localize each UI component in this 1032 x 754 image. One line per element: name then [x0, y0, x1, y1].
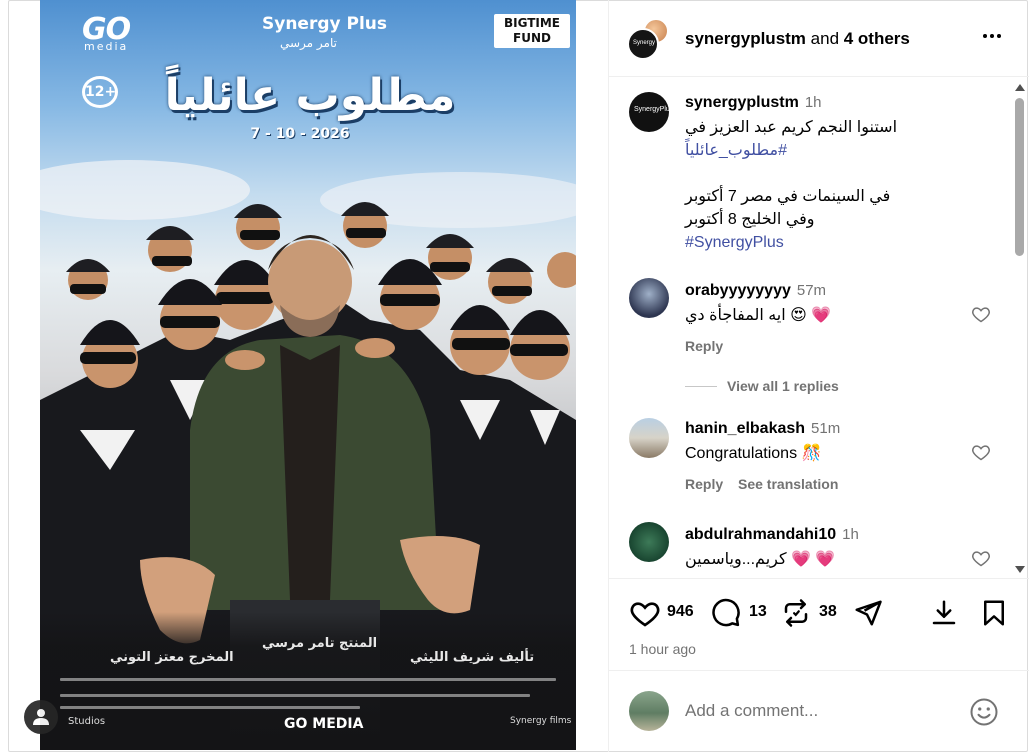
- author-avatar: Synergy: [627, 28, 659, 60]
- comment-username[interactable]: orabyyyyyyyy: [685, 282, 791, 299]
- comment-avatar[interactable]: [629, 278, 669, 318]
- credit-writer: تأليف شريف الليثي: [410, 650, 535, 665]
- emoji-icon[interactable]: [969, 697, 999, 727]
- comment-header: abdulrahmandahi10 1h: [685, 526, 859, 544]
- post-authors: synergyplustm and 4 others: [685, 29, 910, 49]
- caption-line: في السينمات في مصر 7 أكتوبر: [685, 188, 891, 205]
- caption-time[interactable]: 1h: [805, 94, 822, 111]
- caption-line: استنوا النجم كريم عبد العزيز في: [685, 119, 898, 136]
- like-comment-heart-icon[interactable]: [971, 304, 991, 324]
- share-paper-plane-icon[interactable]: [853, 597, 883, 629]
- comment-text: Congratulations 🎊: [685, 445, 822, 462]
- more-horizontal-icon[interactable]: [977, 24, 1007, 52]
- repost-icon[interactable]: [781, 597, 811, 629]
- add-comment-bar: Add a comment...: [609, 670, 1029, 752]
- age-rating-badge: 12+: [82, 76, 118, 108]
- tamer-morsi-logo: تامر مرسي: [280, 36, 337, 50]
- comment-username[interactable]: abdulrahmandahi10: [685, 526, 836, 543]
- others-link[interactable]: 4 others: [844, 29, 910, 48]
- comments-scrollbar[interactable]: [1011, 82, 1027, 576]
- add-comment-input[interactable]: Add a comment...: [685, 701, 818, 721]
- user-icon: [33, 709, 49, 725]
- poster-date: 7 - 10 - 2026: [250, 126, 350, 142]
- credit-go-media: GO MEDIA: [284, 716, 364, 732]
- reply-button[interactable]: Reply: [685, 338, 723, 354]
- comment-time[interactable]: 57m: [797, 282, 826, 299]
- post-actions-bar: 946 13 38 1 hour ago: [609, 578, 1029, 670]
- collab-avatars[interactable]: Synergy: [627, 18, 671, 60]
- post-image[interactable]: GO media Synergy Plus تامر مرسي BIGTIME …: [40, 0, 576, 750]
- and-text: and: [805, 29, 844, 48]
- tagged-users-button[interactable]: [24, 700, 58, 734]
- caption-username[interactable]: synergyplustm: [685, 94, 799, 111]
- post-header: Synergy synergyplustm and 4 others: [609, 0, 1029, 77]
- caption-text: استنوا النجم كريم عبد العزيز في #مطلوب_ع…: [685, 116, 985, 254]
- view-replies-button[interactable]: View all 1 replies: [727, 378, 839, 394]
- like-comment-heart-icon[interactable]: [971, 442, 991, 462]
- current-user-avatar: [629, 691, 669, 731]
- poster-title: مطلوب عائلياً: [164, 70, 456, 121]
- caption-header: synergyplustm 1h: [685, 94, 822, 112]
- post-side-panel: Synergy synergyplustm and 4 others Syner…: [608, 0, 1029, 752]
- post-timestamp[interactable]: 1 hour ago: [629, 641, 696, 657]
- credit-producer: المنتج تامر مرسي: [262, 636, 378, 651]
- credits-fineprint: [60, 706, 360, 709]
- credit-director: المخرج معتز التوني: [110, 650, 234, 665]
- comments-count[interactable]: 13: [749, 603, 767, 621]
- comments-scroll-area[interactable]: SynergyPlus synergyplustm 1h استنوا النجم…: [609, 78, 1029, 578]
- credit-studios: Studios: [68, 716, 106, 727]
- like-comment-heart-icon[interactable]: [971, 548, 991, 568]
- like-heart-icon[interactable]: [629, 597, 661, 629]
- synergy-plus-logo: Synergy Plus: [262, 14, 388, 34]
- credit-synergy-films: Synergy films: [510, 716, 572, 726]
- comment-time[interactable]: 51m: [811, 420, 840, 437]
- comment-avatar[interactable]: [629, 418, 669, 458]
- comment-time[interactable]: 1h: [842, 526, 859, 543]
- scroll-up-arrow-icon[interactable]: [1015, 84, 1025, 91]
- comment-text: كريم...وياسمين 💗 💗: [685, 551, 836, 568]
- hashtag-link[interactable]: #SynergyPlus: [685, 231, 985, 254]
- bigtime-fund-logo: BIGTIME FUND: [494, 14, 570, 48]
- reposts-count[interactable]: 38: [819, 603, 837, 621]
- credits-fineprint: [60, 678, 556, 681]
- comment-header: hanin_elbakash 51m: [685, 420, 840, 438]
- caption-line: وفي الخليج 8 أكتوبر: [685, 211, 815, 228]
- scroll-down-arrow-icon[interactable]: [1015, 566, 1025, 573]
- hashtag-link[interactable]: #مطلوب_عائلياً: [685, 139, 985, 162]
- author-username[interactable]: synergyplustm: [685, 29, 806, 48]
- comment-text: ايه المفاجأة دي 😍 💗: [685, 307, 832, 324]
- comment-username[interactable]: hanin_elbakash: [685, 420, 805, 437]
- scrollbar-thumb[interactable]: [1015, 98, 1024, 256]
- likes-count[interactable]: 946: [667, 603, 694, 621]
- comment-header: orabyyyyyyyy 57m: [685, 282, 826, 300]
- comment-bubble-icon[interactable]: [711, 597, 741, 629]
- see-translation-button[interactable]: See translation: [738, 476, 838, 492]
- go-media-logo-sub: media: [84, 40, 129, 53]
- caption-avatar[interactable]: SynergyPlus: [629, 92, 673, 132]
- comment-avatar[interactable]: [629, 522, 669, 562]
- download-icon[interactable]: [929, 597, 959, 629]
- bookmark-icon[interactable]: [979, 597, 1009, 629]
- reply-button[interactable]: Reply: [685, 476, 723, 492]
- credits-fineprint: [60, 694, 530, 697]
- view-replies-line: [685, 386, 717, 387]
